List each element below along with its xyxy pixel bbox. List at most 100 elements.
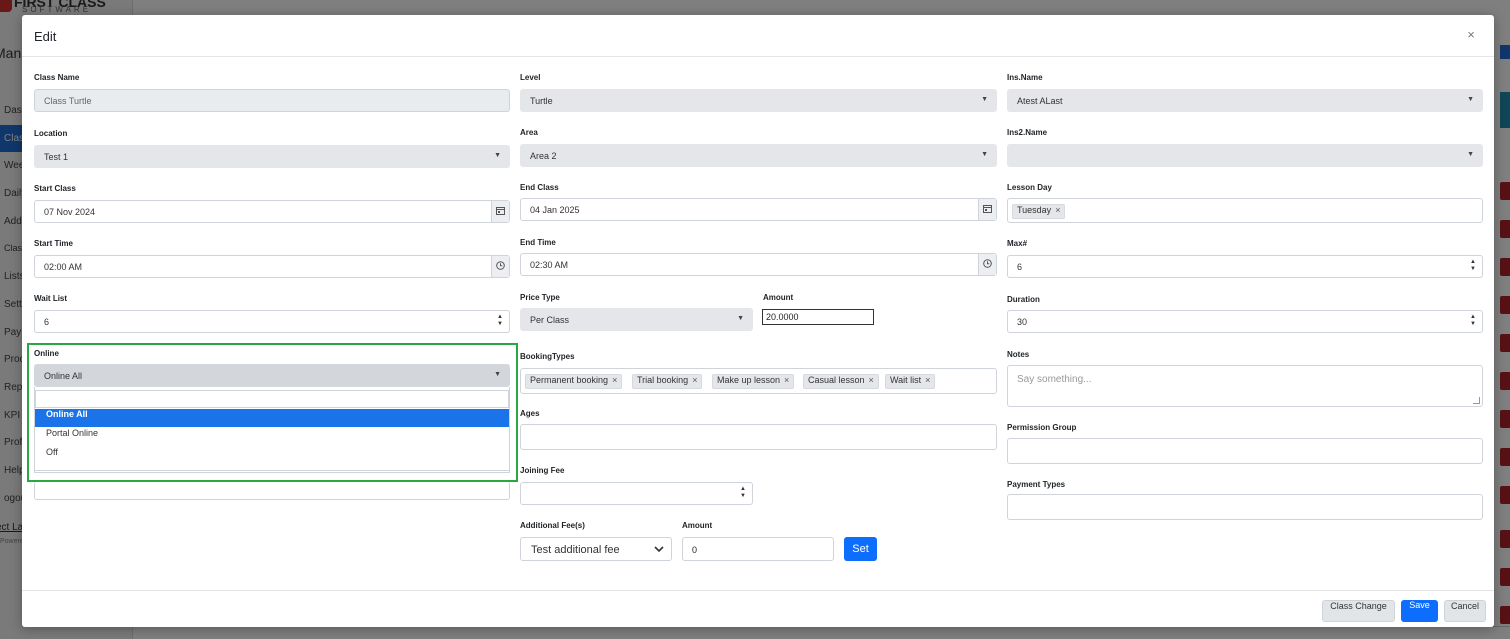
level-label: Level	[520, 73, 541, 82]
end-class-label: End Class	[520, 183, 559, 192]
remove-tag-icon[interactable]: ×	[925, 375, 930, 385]
joining-fee-label: Joining Fee	[520, 466, 565, 475]
start-time-input[interactable]: 02:00 AM	[34, 255, 510, 278]
area-value: Area 2	[530, 151, 557, 161]
modal-header: Edit ×	[22, 15, 1494, 57]
calendar-icon[interactable]	[978, 199, 996, 220]
booking-type-tag: Casual lesson ×	[803, 374, 879, 389]
end-time-input[interactable]: 02:30 AM	[520, 253, 997, 276]
highlight-box	[27, 343, 518, 482]
class-name-input[interactable]: Class Turtle	[34, 89, 510, 112]
duration-number-input[interactable]: 30 ▲ ▼	[1007, 310, 1483, 333]
location-label: Location	[34, 129, 68, 138]
chevron-down-icon	[654, 546, 664, 553]
additional-fees-value: Test additional fee	[531, 544, 620, 556]
level-select[interactable]: Turtle ▼	[520, 89, 997, 112]
payment-types-label: Payment Types	[1007, 480, 1066, 489]
lesson-day-label: Lesson Day	[1007, 183, 1052, 192]
caret-down-icon: ▼	[1467, 96, 1474, 103]
class-change-button[interactable]: Class Change	[1322, 600, 1395, 622]
additional-amount-label: Amount	[682, 521, 713, 530]
permission-group-input[interactable]	[1007, 438, 1483, 464]
spinner-arrows-icon[interactable]: ▲ ▼	[495, 314, 505, 329]
start-time-value: 02:00 AM	[44, 262, 83, 272]
caret-down-icon: ▼	[494, 152, 501, 159]
spinner-arrows-icon[interactable]: ▲ ▼	[1468, 314, 1478, 329]
additional-amount-input[interactable]: 0	[682, 537, 834, 561]
lesson-day-tag: Tuesday ×	[1012, 204, 1066, 219]
lesson-day-tag-label: Tuesday	[1017, 205, 1052, 215]
remove-tag-icon[interactable]: ×	[692, 375, 697, 385]
max-value: 6	[1017, 262, 1023, 272]
booking-type-tag: Wait list ×	[885, 374, 936, 389]
location-select[interactable]: Test 1 ▼	[34, 145, 510, 168]
clock-icon[interactable]	[978, 254, 996, 275]
booking-types-label: BookingTypes	[520, 352, 575, 361]
additional-amount-value: 0	[692, 545, 698, 555]
ins-name-select[interactable]: Atest ALast ▼	[1007, 89, 1483, 112]
start-class-date-input[interactable]: 07 Nov 2024	[34, 200, 510, 223]
notes-placeholder: Say something...	[1017, 374, 1092, 385]
set-button[interactable]: Set	[844, 537, 877, 561]
area-label: Area	[520, 128, 538, 137]
price-type-value: Per Class	[530, 315, 570, 325]
close-icon[interactable]: ×	[1464, 27, 1478, 43]
amount-input[interactable]: 20.0000	[762, 309, 874, 325]
caret-down-icon: ▼	[981, 151, 988, 158]
spinner-arrows-icon[interactable]: ▲ ▼	[738, 486, 748, 501]
clock-icon[interactable]	[491, 256, 509, 277]
price-type-label: Price Type	[520, 293, 560, 302]
save-button[interactable]: Save	[1401, 600, 1438, 622]
spinner-arrows-icon[interactable]: ▲ ▼	[1468, 259, 1478, 274]
start-time-label: Start Time	[34, 239, 73, 248]
edit-class-modal: Edit × Class Name Class Turtle Level Tur…	[22, 15, 1494, 627]
duration-value: 30	[1017, 317, 1028, 327]
joining-fee-number-input[interactable]: ▲ ▼	[520, 482, 753, 505]
booking-type-tag-label: Wait list	[890, 375, 922, 385]
area-select[interactable]: Area 2 ▼	[520, 144, 997, 167]
wait-list-label: Wait List	[34, 294, 68, 303]
booking-type-tag: Permanent booking ×	[525, 374, 623, 389]
booking-type-tag-label: Permanent booking	[530, 375, 609, 385]
price-type-select[interactable]: Per Class ▼	[520, 308, 753, 331]
additional-fees-select[interactable]: Test additional fee	[520, 537, 672, 561]
ages-input[interactable]	[520, 424, 997, 450]
ages-label: Ages	[520, 409, 540, 418]
hidden-field-below-dropdown[interactable]	[34, 481, 510, 500]
wait-list-number-input[interactable]: 6 ▲ ▼	[34, 310, 510, 333]
location-value: Test 1	[44, 152, 69, 162]
calendar-icon[interactable]	[491, 201, 509, 222]
end-time-label: End Time	[520, 238, 556, 247]
wait-list-value: 6	[44, 317, 50, 327]
end-class-date-input[interactable]: 04 Jan 2025	[520, 198, 997, 221]
amount-value: 20.0000	[766, 312, 799, 322]
ins2-name-select[interactable]: ▼	[1007, 144, 1483, 167]
end-time-value: 02:30 AM	[530, 260, 569, 270]
caret-down-icon: ▼	[981, 96, 988, 103]
booking-type-tag-label: Make up lesson	[717, 375, 781, 385]
class-name-value: Class Turtle	[44, 96, 92, 106]
amount-label: Amount	[763, 293, 794, 302]
ins-name-label: Ins.Name	[1007, 73, 1043, 82]
modal-footer: Class Change Save Cancel	[22, 590, 1494, 627]
remove-tag-icon[interactable]: ×	[784, 375, 789, 385]
booking-type-tag-label: Casual lesson	[808, 375, 865, 385]
remove-tag-icon[interactable]: ×	[869, 375, 874, 385]
lesson-day-multiselect[interactable]: Tuesday ×	[1007, 198, 1483, 223]
ins2-name-label: Ins2.Name	[1007, 128, 1048, 137]
payment-types-input[interactable]	[1007, 494, 1483, 520]
remove-tag-icon[interactable]: ×	[1055, 205, 1060, 215]
notes-textarea[interactable]: Say something...	[1007, 365, 1483, 407]
level-value: Turtle	[530, 96, 553, 106]
permission-group-label: Permission Group	[1007, 423, 1077, 432]
end-class-value: 04 Jan 2025	[530, 205, 580, 215]
cancel-button[interactable]: Cancel	[1444, 600, 1486, 622]
start-class-value: 07 Nov 2024	[44, 207, 96, 217]
resize-grip-icon[interactable]	[1473, 397, 1480, 404]
remove-tag-icon[interactable]: ×	[612, 375, 617, 385]
max-number-input[interactable]: 6 ▲ ▼	[1007, 255, 1483, 278]
booking-type-tag: Make up lesson ×	[712, 374, 795, 389]
ins-name-value: Atest ALast	[1017, 96, 1063, 106]
start-class-label: Start Class	[34, 184, 76, 193]
booking-types-multiselect[interactable]: Permanent booking × Trial booking × Make u…	[520, 368, 997, 394]
